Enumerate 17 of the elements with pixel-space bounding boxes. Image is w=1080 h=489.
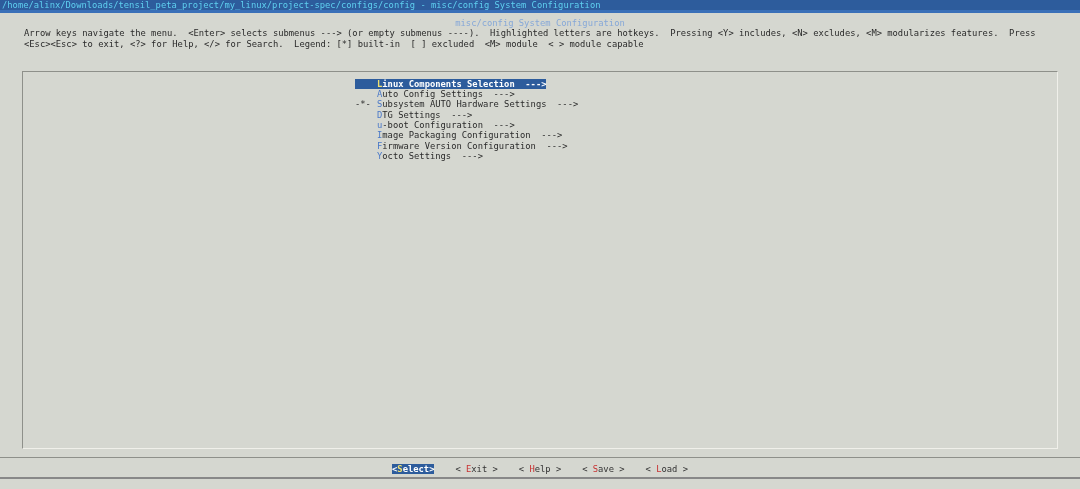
menu-item[interactable]: Firmware Version Configuration --->	[355, 140, 568, 151]
help-text: <Esc><Esc> to exit, <?> for Help, </> for Search. Legend: [*] built-in [ ] excluded <M> module < > module capable	[24, 38, 644, 49]
menu-item[interactable]: u-boot Configuration --->	[355, 120, 515, 131]
menu-button[interactable]: <Select>	[392, 463, 435, 475]
menu-item[interactable]: DTG Settings --->	[355, 109, 473, 121]
window-title: /home/alinx/Downloads/tensil_peta_project/my_linux/project-spec/configs/config - misc/config System Configuration	[0, 0, 1080, 13]
menu-item[interactable]: Image Packaging Configuration --->	[355, 130, 563, 141]
dialog-title: misc/config System Configuration	[455, 18, 625, 28]
menu-item[interactable]: Auto Config Settings --->	[355, 89, 515, 100]
menu-button[interactable]: < Load >	[645, 463, 688, 475]
menu-button[interactable]: < Save >	[582, 463, 625, 475]
menu-button[interactable]: < Exit >	[455, 463, 498, 475]
menu-button[interactable]: < Help >	[518, 463, 562, 475]
menu-item[interactable]: Linux Components Selection --->	[355, 78, 547, 90]
menu-item[interactable]: -*- Subsystem AUTO Hardware Settings --->	[355, 99, 579, 110]
menu-item[interactable]: Yocto Settings --->	[355, 150, 483, 162]
help-text: Arrow keys navigate the menu. <Enter> selects submenus ---> (or empty submenus ----). Highlighted letters are hotkeys. Pressing <Y> includes, <N> excludes, <M> modularizes features. Press	[24, 28, 1036, 39]
